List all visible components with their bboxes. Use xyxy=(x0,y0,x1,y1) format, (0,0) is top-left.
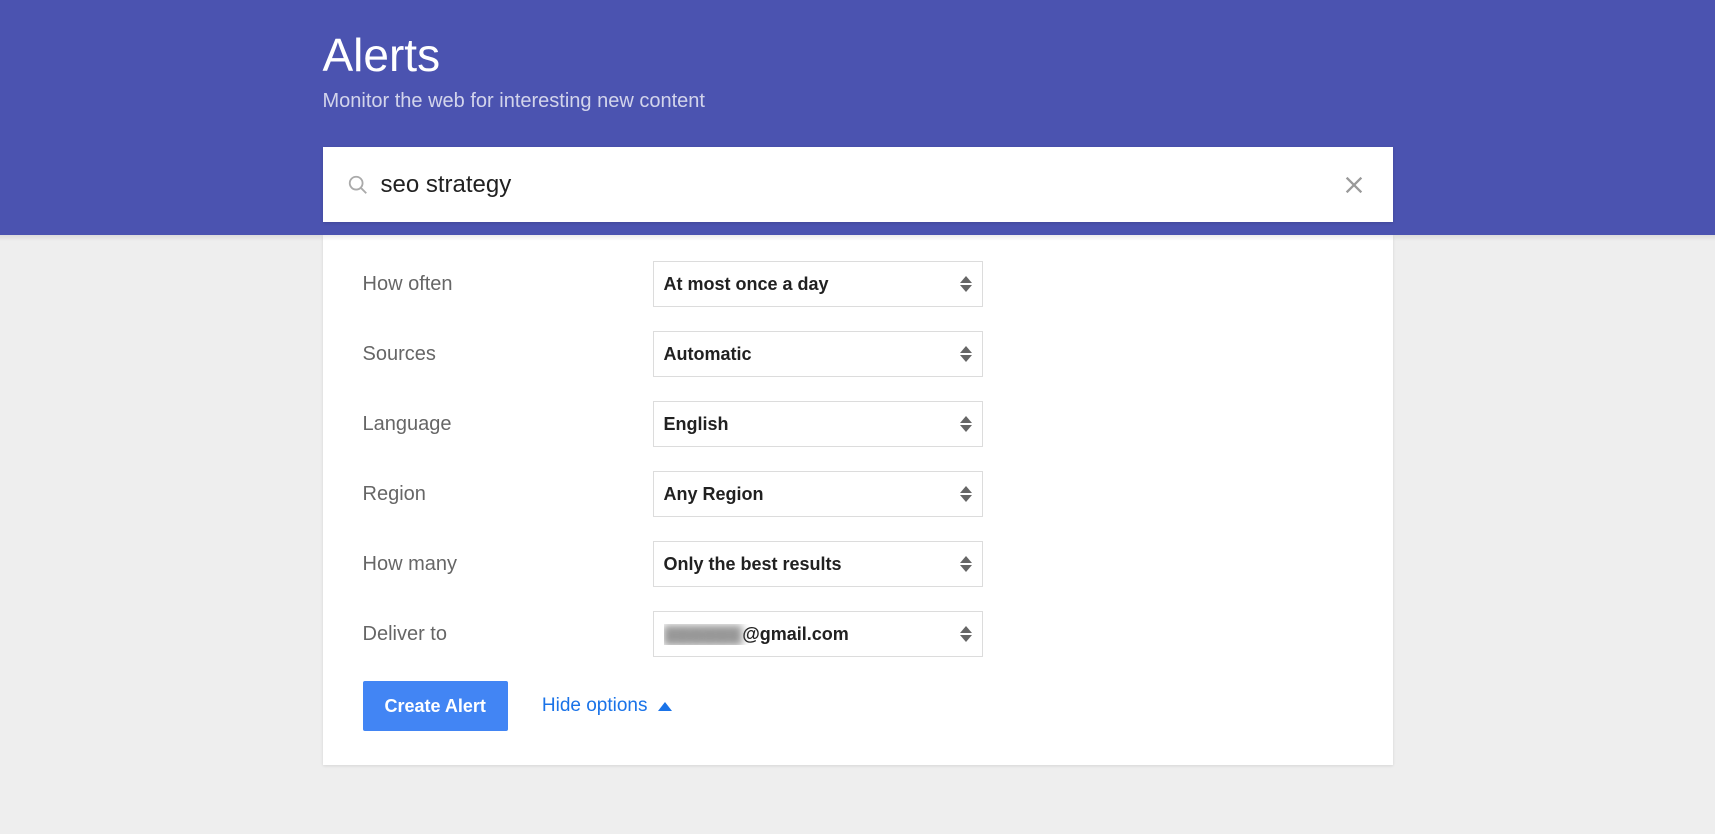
actions-row: Create Alert Hide options xyxy=(363,681,1353,731)
sort-icon xyxy=(960,416,972,432)
header: Alerts Monitor the web for interesting n… xyxy=(0,0,1715,235)
select-sources[interactable]: Automatic xyxy=(653,331,983,377)
select-value: Only the best results xyxy=(664,554,960,575)
select-value: ▓▓▓▓▓▓@gmail.com xyxy=(664,624,960,645)
select-value: Any Region xyxy=(664,484,960,505)
hide-options-link[interactable]: Hide options xyxy=(542,695,672,717)
select-region[interactable]: Any Region xyxy=(653,471,983,517)
sort-icon xyxy=(960,626,972,642)
sort-icon xyxy=(960,486,972,502)
label-sources: Sources xyxy=(363,343,653,366)
page-title: Alerts xyxy=(323,28,1393,82)
redacted-email-user: ▓▓▓▓▓▓ xyxy=(664,624,743,645)
email-domain: @gmail.com xyxy=(742,624,849,644)
row-sources: Sources Automatic xyxy=(363,331,1353,377)
row-how-often: How often At most once a day xyxy=(363,261,1353,307)
search-icon xyxy=(347,174,369,196)
row-how-many: How many Only the best results xyxy=(363,541,1353,587)
row-language: Language English xyxy=(363,401,1353,447)
search-input[interactable] xyxy=(381,171,1339,199)
select-value: At most once a day xyxy=(664,274,960,295)
label-deliver-to: Deliver to xyxy=(363,623,653,646)
chevron-up-icon xyxy=(658,702,672,711)
options-panel: How often At most once a day Sources Aut… xyxy=(323,235,1393,765)
divider-shadow xyxy=(0,235,1715,241)
label-language: Language xyxy=(363,413,653,436)
page-subtitle: Monitor the web for interesting new cont… xyxy=(323,90,1393,113)
select-value: Automatic xyxy=(664,344,960,365)
sort-icon xyxy=(960,346,972,362)
clear-icon[interactable] xyxy=(1339,170,1369,200)
label-how-many: How many xyxy=(363,553,653,576)
create-alert-button[interactable]: Create Alert xyxy=(363,681,508,731)
sort-icon xyxy=(960,276,972,292)
row-region: Region Any Region xyxy=(363,471,1353,517)
select-value: English xyxy=(664,414,960,435)
select-how-many[interactable]: Only the best results xyxy=(653,541,983,587)
select-language[interactable]: English xyxy=(653,401,983,447)
hide-options-label: Hide options xyxy=(542,695,648,717)
label-how-often: How often xyxy=(363,273,653,296)
select-deliver-to[interactable]: ▓▓▓▓▓▓@gmail.com xyxy=(653,611,983,657)
row-deliver-to: Deliver to ▓▓▓▓▓▓@gmail.com xyxy=(363,611,1353,657)
label-region: Region xyxy=(363,483,653,506)
search-box xyxy=(323,147,1393,222)
select-how-often[interactable]: At most once a day xyxy=(653,261,983,307)
sort-icon xyxy=(960,556,972,572)
